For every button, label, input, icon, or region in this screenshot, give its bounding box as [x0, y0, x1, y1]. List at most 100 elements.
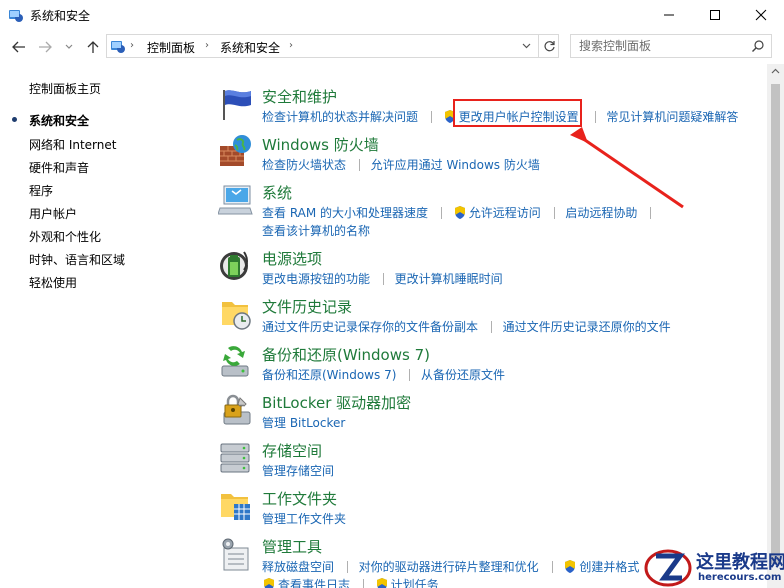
maximize-button[interactable]: [692, 0, 738, 30]
divider: [490, 320, 492, 333]
category-title[interactable]: Windows 防火墙: [262, 134, 379, 155]
sidebar-item-programs[interactable]: 程序: [29, 182, 53, 199]
refresh-button[interactable]: [538, 34, 559, 58]
link-change-power-button[interactable]: 更改电源按钮的功能: [262, 270, 370, 287]
divider: [440, 206, 442, 219]
search-input[interactable]: [571, 35, 751, 57]
back-button[interactable]: [10, 38, 28, 56]
category-title[interactable]: 管理工具: [262, 536, 322, 557]
sidebar-item-control-panel-home[interactable]: 控制面板主页: [29, 80, 101, 97]
battery-icon: [220, 251, 248, 280]
divider: [430, 110, 432, 123]
category-links: 查看 RAM 的大小和处理器速度 允许远程访问 启动远程协助: [262, 204, 658, 221]
link-schedule-tasks[interactable]: 计划任务: [391, 576, 439, 588]
link-allow-remote-access[interactable]: 允许远程访问: [469, 204, 541, 221]
search-icon[interactable]: [751, 39, 765, 53]
category-links: 管理 BitLocker: [262, 414, 345, 431]
sidebar-item-hardware-sound[interactable]: 硬件和声音: [29, 159, 89, 176]
link-manage-storage-spaces[interactable]: 管理存储空间: [262, 462, 334, 479]
link-restore-files[interactable]: 通过文件历史记录还原你的文件: [503, 318, 671, 335]
control-panel-icon: [9, 10, 23, 22]
link-restore-from-backup[interactable]: 从备份还原文件: [421, 366, 505, 383]
link-view-event-logs[interactable]: 查看事件日志: [278, 576, 350, 588]
uac-shield-icon: [264, 578, 274, 588]
window-title: 系统和安全: [30, 9, 91, 23]
arrow-up-icon: [87, 41, 99, 53]
uac-shield-icon: [565, 560, 576, 573]
link-view-computer-name[interactable]: 查看该计算机的名称: [262, 222, 370, 239]
link-launch-remote-assistance[interactable]: 启动远程协助: [565, 204, 637, 221]
minimize-button[interactable]: [646, 0, 692, 30]
arrow-right-icon: [39, 41, 52, 53]
divider: [346, 560, 348, 573]
link-manage-bitlocker[interactable]: 管理 BitLocker: [262, 414, 345, 431]
forward-button[interactable]: [36, 38, 54, 56]
flag-icon: [223, 90, 251, 120]
minimize-icon: [664, 14, 674, 16]
divider: [553, 206, 555, 219]
file-history-icon: [222, 302, 251, 330]
category-title[interactable]: 工作文件夹: [262, 488, 337, 509]
sidebar-item-ease-of-access[interactable]: 轻松使用: [29, 274, 77, 291]
link-defragment-drives[interactable]: 对你的驱动器进行碎片整理和优化: [359, 558, 539, 575]
category-links: 备份和还原(Windows 7) 从备份还原文件: [262, 366, 505, 383]
sidebar-item-user-accounts[interactable]: 用户帐户: [29, 205, 77, 222]
firewall-icon: [220, 135, 251, 166]
link-allow-app-firewall[interactable]: 允许应用通过 Windows 防火墙: [371, 156, 540, 173]
link-check-status[interactable]: 检查计算机的状态并解决问题: [262, 108, 418, 125]
category-title[interactable]: 文件历史记录: [262, 296, 352, 317]
link-check-firewall-status[interactable]: 检查防火墙状态: [262, 156, 346, 173]
uac-shield-icon: [376, 578, 387, 588]
divider: [409, 368, 411, 381]
category-links-secondary: 查看事件日志 计划任务: [262, 576, 439, 588]
category-links: 检查防火墙状态 允许应用通过 Windows 防火墙: [262, 156, 540, 173]
scrollbar-thumb[interactable]: [771, 84, 780, 564]
link-view-ram-cpu[interactable]: 查看 RAM 的大小和处理器速度: [262, 204, 428, 221]
link-backup-restore-win7[interactable]: 备份和还原(Windows 7): [262, 366, 396, 383]
watermark-url: herecours.com: [698, 572, 782, 583]
work-folders-icon: [221, 494, 250, 520]
watermark: 这里教程网 herecours.com: [640, 544, 784, 588]
recent-locations-button[interactable]: [60, 38, 78, 56]
link-create-format-partitions[interactable]: 创建并格式: [579, 558, 639, 575]
category-title[interactable]: 存储空间: [262, 440, 322, 461]
up-button[interactable]: [84, 38, 102, 56]
active-bullet: [12, 117, 17, 122]
breadcrumb-system-security[interactable]: 系统和安全: [220, 39, 280, 56]
sidebar-item-appearance[interactable]: 外观和个性化: [29, 228, 101, 245]
close-button[interactable]: [738, 0, 784, 30]
category-links-secondary: 查看该计算机的名称: [262, 222, 370, 239]
vertical-scrollbar[interactable]: [767, 64, 784, 588]
category-title[interactable]: 系统: [262, 182, 292, 203]
sidebar-item-network-internet[interactable]: 网络和 Internet: [29, 136, 116, 153]
link-change-sleep-time[interactable]: 更改计算机睡眠时间: [395, 270, 503, 287]
link-free-disk-space[interactable]: 释放磁盘空间: [262, 558, 334, 575]
admin-tools-icon: [222, 538, 249, 571]
search-box[interactable]: [570, 34, 772, 58]
refresh-icon: [543, 40, 555, 51]
divider: [551, 560, 553, 573]
chevron-right-icon[interactable]: ›: [205, 40, 209, 51]
divider: [382, 272, 384, 285]
close-icon: [755, 9, 767, 21]
backup-icon: [221, 346, 249, 377]
arrow-left-icon: [12, 41, 25, 53]
link-save-backup-copies[interactable]: 通过文件历史记录保存你的文件备份副本: [262, 318, 478, 335]
scroll-up-icon[interactable]: [771, 68, 780, 74]
sidebar-item-system-security[interactable]: 系统和安全: [29, 112, 89, 129]
uac-shield-icon: [454, 206, 465, 219]
divider: [358, 158, 360, 171]
chevron-right-icon[interactable]: ›: [289, 40, 293, 51]
sidebar-item-clock-region[interactable]: 时钟、语言和区域: [29, 251, 125, 268]
category-title[interactable]: 备份和还原(Windows 7): [262, 344, 430, 365]
category-title[interactable]: 安全和维护: [262, 86, 337, 107]
category-title[interactable]: BitLocker 驱动器加密: [262, 392, 411, 413]
category-links: 管理存储空间: [262, 462, 334, 479]
chevron-right-icon[interactable]: ›: [130, 40, 134, 51]
address-bar[interactable]: › 控制面板 › 系统和安全 ›: [106, 34, 559, 58]
link-manage-work-folders[interactable]: 管理工作文件夹: [262, 510, 346, 527]
breadcrumb-control-panel[interactable]: 控制面板: [147, 39, 195, 56]
category-title[interactable]: 电源选项: [262, 248, 322, 269]
address-dropdown-button[interactable]: [515, 34, 537, 58]
storage-icon: [220, 443, 250, 473]
